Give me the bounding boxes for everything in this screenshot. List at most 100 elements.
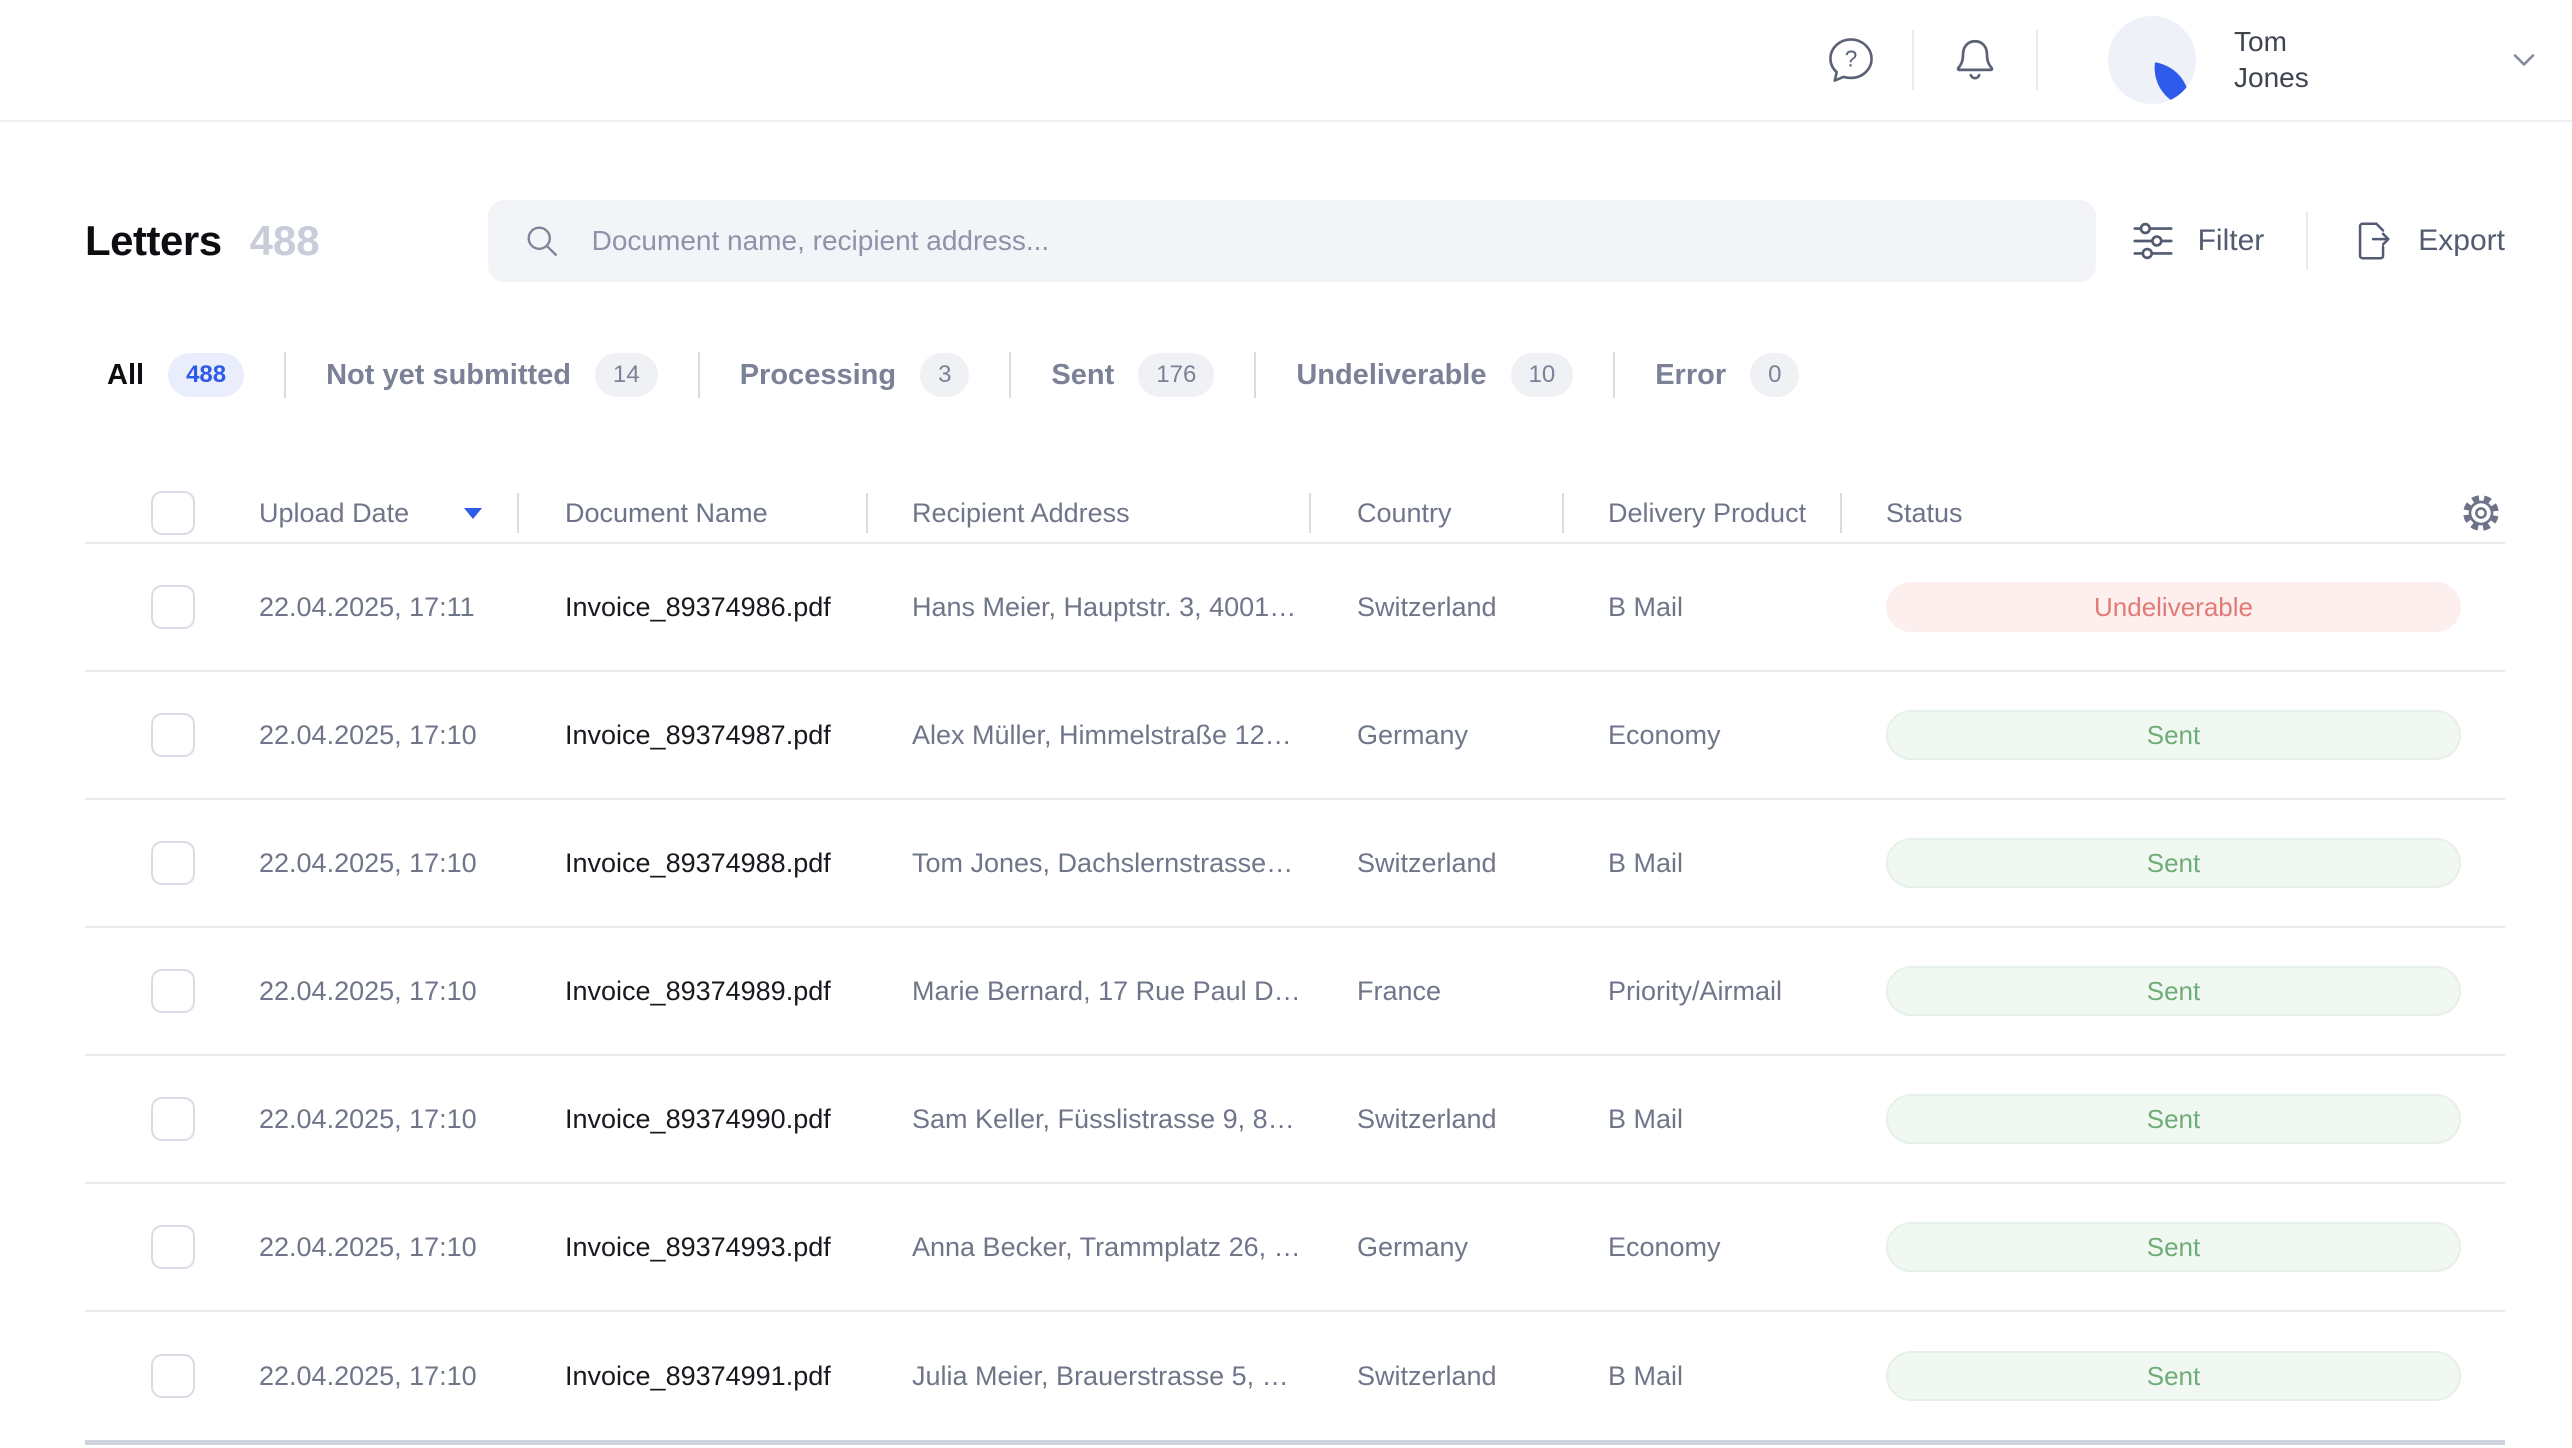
cell-delivery-product: B Mail — [1562, 848, 1840, 879]
cell-country: Switzerland — [1309, 592, 1562, 623]
row-checkbox[interactable] — [151, 1097, 195, 1141]
column-status[interactable]: Status — [1840, 498, 2505, 529]
cell-country: Germany — [1309, 720, 1562, 751]
tab-error[interactable]: Error 0 — [1615, 353, 1839, 397]
tab-not-yet-submitted[interactable]: Not yet submitted 14 — [286, 353, 698, 397]
filter-button[interactable]: Filter — [2130, 218, 2265, 264]
cell-recipient-address: Alex Müller, Himmelstraße 12… — [866, 720, 1309, 751]
toolbar: Filter Export — [2130, 212, 2505, 270]
row-checkbox[interactable] — [151, 841, 195, 885]
tab-undeliverable[interactable]: Undeliverable 10 — [1256, 353, 1613, 397]
cell-country: Switzerland — [1309, 1361, 1562, 1392]
row-checkbox[interactable] — [151, 713, 195, 757]
avatar[interactable] — [2108, 16, 2196, 104]
status-badge: Sent — [1886, 966, 2461, 1016]
cell-document-name[interactable]: Invoice_89374986.pdf — [517, 592, 866, 623]
topbar: ? Tom Jones — [0, 0, 2572, 122]
cell-upload-date: 22.04.2025, 17:10 — [225, 848, 517, 879]
search-input[interactable] — [590, 224, 2064, 258]
cell-upload-date: 22.04.2025, 17:10 — [225, 1104, 517, 1135]
cell-upload-date: 22.04.2025, 17:10 — [225, 1361, 517, 1392]
column-recipient-address[interactable]: Recipient Address — [866, 498, 1309, 529]
table-row: 22.04.2025, 17:11 Invoice_89374986.pdf H… — [85, 544, 2505, 672]
cell-recipient-address: Hans Meier, Hauptstr. 3, 4001… — [866, 592, 1309, 623]
tab-sent[interactable]: Sent 176 — [1011, 353, 1254, 397]
tab-label: Processing — [740, 359, 896, 392]
cell-recipient-address: Julia Meier, Brauerstrasse 5, … — [866, 1361, 1309, 1392]
cell-delivery-product: Economy — [1562, 720, 1840, 751]
tab-label: Not yet submitted — [326, 359, 571, 392]
export-icon — [2350, 218, 2396, 264]
export-button[interactable]: Export — [2350, 218, 2505, 264]
tab-count-badge: 0 — [1750, 353, 1799, 397]
cell-recipient-address: Tom Jones, Dachslernstrasse… — [866, 848, 1309, 879]
tab-count-badge: 3 — [920, 353, 969, 397]
cell-document-name[interactable]: Invoice_89374988.pdf — [517, 848, 866, 879]
cell-document-name[interactable]: Invoice_89374989.pdf — [517, 976, 866, 1007]
help-icon: ? — [1825, 34, 1877, 86]
search-icon — [520, 219, 564, 263]
tab-label: Undeliverable — [1296, 359, 1486, 392]
cell-delivery-product: B Mail — [1562, 1361, 1840, 1392]
cell-delivery-product: B Mail — [1562, 1104, 1840, 1135]
cell-delivery-product: B Mail — [1562, 592, 1840, 623]
cell-upload-date: 22.04.2025, 17:11 — [225, 592, 517, 623]
chevron-down-icon[interactable] — [2504, 40, 2544, 80]
tab-processing[interactable]: Processing 3 — [700, 353, 1010, 397]
topbar-divider — [2036, 30, 2038, 90]
svg-text:?: ? — [1845, 46, 1858, 72]
column-delivery-product[interactable]: Delivery Product — [1562, 498, 1840, 529]
cell-country: France — [1309, 976, 1562, 1007]
cell-document-name[interactable]: Invoice_89374990.pdf — [517, 1104, 866, 1135]
table-row: 22.04.2025, 17:10 Invoice_89374993.pdf A… — [85, 1184, 2505, 1312]
cell-delivery-product: Economy — [1562, 1232, 1840, 1263]
page-total-count: 488 — [250, 217, 320, 265]
row-checkbox[interactable] — [151, 1354, 195, 1398]
table-row: 22.04.2025, 17:10 Invoice_89374990.pdf S… — [85, 1056, 2505, 1184]
tab-label: Sent — [1051, 359, 1114, 392]
notifications-button[interactable] — [1948, 33, 2002, 87]
cell-recipient-address: Sam Keller, Füsslistrasse 9, 8… — [866, 1104, 1309, 1135]
table-settings-button[interactable] — [2459, 491, 2503, 535]
cell-recipient-address: Anna Becker, Trammplatz 26, … — [866, 1232, 1309, 1263]
table-row: 22.04.2025, 17:10 Invoice_89374991.pdf J… — [85, 1312, 2505, 1440]
status-badge: Undeliverable — [1886, 582, 2461, 632]
sort-desc-icon — [464, 508, 482, 519]
table-row: 22.04.2025, 17:10 Invoice_89374989.pdf M… — [85, 928, 2505, 1056]
table-header: Upload Date Document Name Recipient Addr… — [85, 484, 2505, 544]
column-country[interactable]: Country — [1309, 498, 1562, 529]
status-badge: Sent — [1886, 1094, 2461, 1144]
status-badge: Sent — [1886, 1351, 2461, 1401]
bell-icon — [1950, 35, 2000, 85]
cell-upload-date: 22.04.2025, 17:10 — [225, 1232, 517, 1263]
tabs: All 488 Not yet submitted 14 Processing … — [85, 348, 2505, 402]
column-document-name[interactable]: Document Name — [517, 498, 866, 529]
row-checkbox[interactable] — [151, 1225, 195, 1269]
cell-document-name[interactable]: Invoice_89374991.pdf — [517, 1361, 866, 1392]
tab-label: All — [107, 359, 144, 392]
cell-document-name[interactable]: Invoice_89374987.pdf — [517, 720, 866, 751]
avatar-logo-leaf — [2149, 63, 2195, 104]
cell-upload-date: 22.04.2025, 17:10 — [225, 976, 517, 1007]
letters-table: Upload Date Document Name Recipient Addr… — [85, 484, 2505, 1445]
cell-country: Switzerland — [1309, 1104, 1562, 1135]
page-title: Letters — [85, 217, 222, 265]
row-checkbox[interactable] — [151, 585, 195, 629]
column-upload-date[interactable]: Upload Date — [225, 498, 517, 529]
table-row: 22.04.2025, 17:10 Invoice_89374987.pdf A… — [85, 672, 2505, 800]
row-checkbox[interactable] — [151, 969, 195, 1013]
user-name: Tom Jones — [2234, 24, 2354, 96]
cell-country: Switzerland — [1309, 848, 1562, 879]
status-badge: Sent — [1886, 1222, 2461, 1272]
main-content: Letters 488 — [0, 200, 2572, 1445]
help-button[interactable]: ? — [1824, 33, 1878, 87]
search-bar — [488, 200, 2096, 282]
filter-icon — [2130, 218, 2176, 264]
tab-count-badge: 10 — [1511, 353, 1574, 397]
cell-document-name[interactable]: Invoice_89374993.pdf — [517, 1232, 866, 1263]
cell-recipient-address: Marie Bernard, 17 Rue Paul D… — [866, 976, 1309, 1007]
tab-count-badge: 488 — [168, 353, 244, 397]
tab-all[interactable]: All 488 — [85, 353, 284, 397]
select-all-checkbox[interactable] — [151, 491, 195, 535]
status-badge: Sent — [1886, 838, 2461, 888]
